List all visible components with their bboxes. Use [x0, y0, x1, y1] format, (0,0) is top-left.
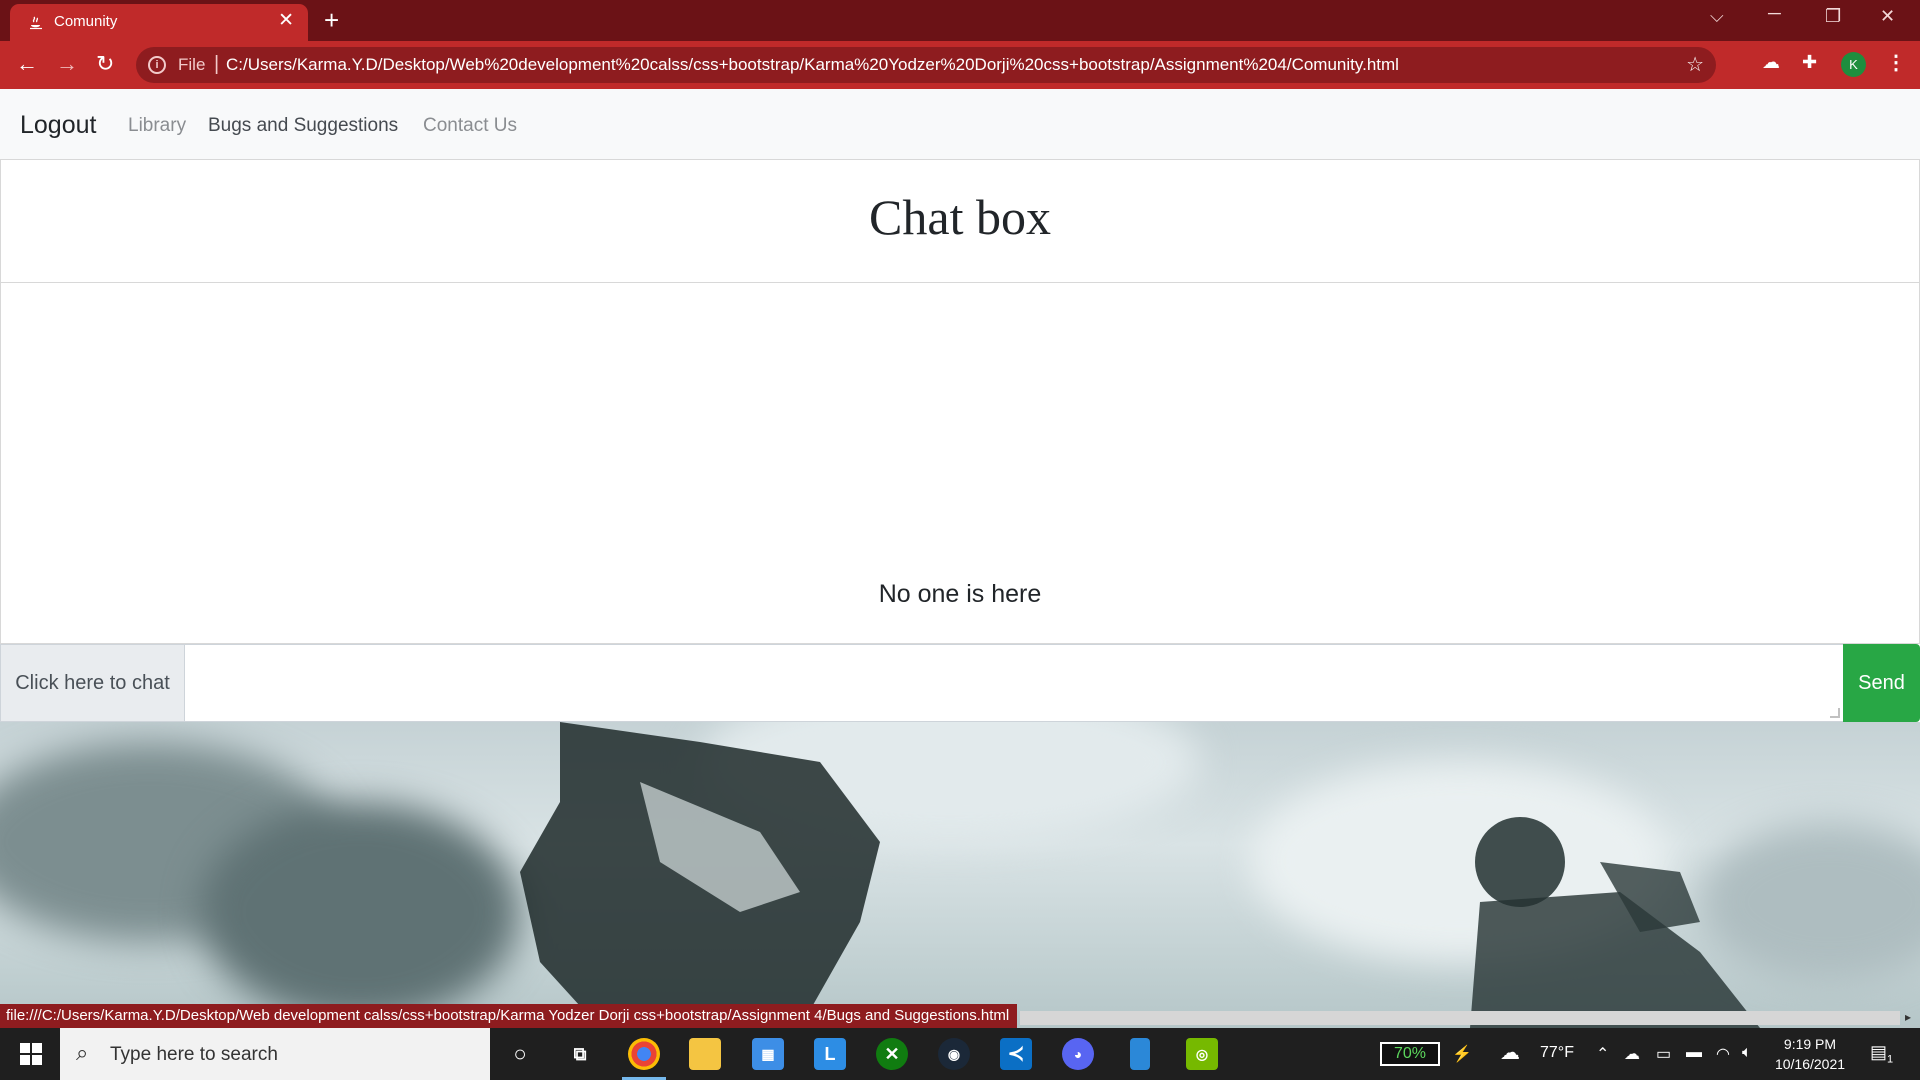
task-view-icon[interactable]: ⧉ — [564, 1038, 596, 1070]
restore-icon[interactable]: ❐ — [1825, 6, 1841, 27]
browser-tab-active[interactable]: Comunity ✕ — [10, 4, 308, 41]
notification-center-icon[interactable]: ▤1 — [1870, 1042, 1893, 1066]
microsoft-store-icon[interactable]: ▦ — [752, 1038, 784, 1070]
volume-icon[interactable]: 🔈︎ — [1742, 1044, 1752, 1062]
tab-search-icon[interactable]: ⌵ — [1710, 6, 1724, 27]
file-explorer-icon[interactable] — [689, 1038, 721, 1070]
info-icon[interactable]: i — [148, 56, 166, 74]
clock-date: 10/16/2021 — [1774, 1056, 1846, 1072]
wifi-icon[interactable]: ◠ — [1716, 1044, 1730, 1064]
tray-overflow-chevron-icon[interactable]: ⌃ — [1596, 1044, 1609, 1064]
chat-messages-area: No one is here — [0, 282, 1920, 644]
meet-icon[interactable]: ▭ — [1656, 1044, 1671, 1064]
windows-start-icon[interactable] — [20, 1043, 42, 1065]
discord-icon[interactable]: ◕ — [1062, 1038, 1094, 1070]
url-text[interactable]: C:/Users/Karma.Y.D/Desktop/Web%20develop… — [226, 55, 1399, 75]
link-hover-status: file:///C:/Users/Karma.Y.D/Desktop/Web d… — [0, 1004, 1018, 1028]
weather-cloud-icon[interactable]: ☁ — [1500, 1040, 1520, 1065]
vscode-icon[interactable]: ≺ — [1000, 1038, 1032, 1070]
battery-icon[interactable]: ▬ — [1686, 1044, 1702, 1062]
taskbar-search-box[interactable]: ⌕ Type here to search — [60, 1028, 490, 1080]
address-bar[interactable]: i File | C:/Users/Karma.Y.D/Desktop/Web%… — [136, 47, 1716, 83]
tab-close-icon[interactable]: ✕ — [278, 11, 294, 30]
notification-count: 1 — [1887, 1053, 1894, 1066]
temperature-text[interactable]: 77°F — [1540, 1044, 1574, 1062]
chat-textarea[interactable] — [184, 644, 1844, 722]
reload-icon[interactable]: ↻ — [96, 52, 114, 76]
nav-link-contact-us[interactable]: Contact Us — [423, 115, 517, 137]
new-tab-button[interactable]: + — [324, 6, 339, 34]
background-battle-image — [0, 722, 1920, 1028]
tab-title: Comunity — [54, 13, 118, 30]
chat-title: Chat box — [869, 189, 1051, 245]
back-arrow-icon[interactable]: ← — [16, 52, 38, 76]
file-scheme-label: File — [178, 55, 206, 74]
profile-avatar[interactable]: K — [1841, 52, 1866, 77]
nav-logout-link[interactable]: Logout — [20, 111, 96, 140]
search-placeholder: Type here to search — [110, 1044, 278, 1065]
forward-arrow-icon[interactable]: → — [56, 52, 78, 76]
xbox-icon[interactable]: ✕ — [876, 1038, 908, 1070]
resize-grip-icon[interactable] — [1830, 708, 1840, 718]
chrome-app-icon[interactable] — [622, 1038, 666, 1080]
java-favicon-icon — [30, 16, 42, 30]
empty-chat-message: No one is here — [878, 580, 1042, 608]
onedrive-icon[interactable]: ☁ — [1624, 1044, 1640, 1064]
chat-input-label: Click here to chat — [0, 644, 185, 722]
plug-icon: ⚡ — [1452, 1046, 1472, 1063]
soldier-silhouette — [520, 722, 1760, 1028]
nav-link-bugs-and-suggestions[interactable]: Bugs and Suggestions — [208, 115, 398, 137]
system-clock[interactable]: 9:19 PM 10/16/2021 — [1770, 1034, 1850, 1074]
browser-menu-icon[interactable]: ⋮ — [1886, 50, 1906, 75]
l-app-icon[interactable]: L — [814, 1038, 846, 1070]
nvidia-icon[interactable]: ◎ — [1186, 1038, 1218, 1070]
nav-link-library[interactable]: Library — [128, 115, 186, 137]
send-button[interactable]: Send — [1843, 644, 1920, 722]
browser-tab-strip: Comunity ✕ + ⌵ ─ ❐ ✕ — [0, 0, 1920, 41]
cortana-icon[interactable]: ○ — [504, 1038, 536, 1070]
extensions-puzzle-icon[interactable]: ✚ — [1802, 52, 1817, 73]
chat-header: Chat box — [0, 159, 1920, 283]
notepad-icon[interactable] — [1130, 1038, 1150, 1070]
browser-toolbar: ← → ↻ i File | C:/Users/Karma.Y.D/Deskto… — [0, 41, 1920, 89]
site-navbar: Logout Library Bugs and Suggestions Cont… — [0, 89, 1920, 159]
search-icon: ⌕ — [76, 1040, 89, 1065]
minimize-icon[interactable]: ─ — [1768, 3, 1781, 24]
chat-input-group: Click here to chat Send — [0, 644, 1920, 722]
scroll-right-arrow-icon[interactable]: ▸ — [1905, 1010, 1911, 1024]
omnibox-separator: | — [214, 53, 220, 75]
extension-cloud-icon[interactable]: ☁ — [1762, 52, 1780, 73]
bookmark-star-icon[interactable]: ☆ — [1686, 52, 1704, 77]
steam-icon[interactable]: ◉ — [938, 1038, 970, 1070]
clock-time: 9:19 PM — [1783, 1036, 1837, 1052]
battery-meter[interactable]: 70% — [1380, 1042, 1440, 1066]
horizontal-scrollbar[interactable] — [1020, 1011, 1900, 1025]
windows-taskbar: ⌕ Type here to search ○ ⧉ ▦ L ✕ ◉ ≺ ◕ ◎ … — [0, 1028, 1920, 1080]
window-close-icon[interactable]: ✕ — [1880, 6, 1895, 27]
